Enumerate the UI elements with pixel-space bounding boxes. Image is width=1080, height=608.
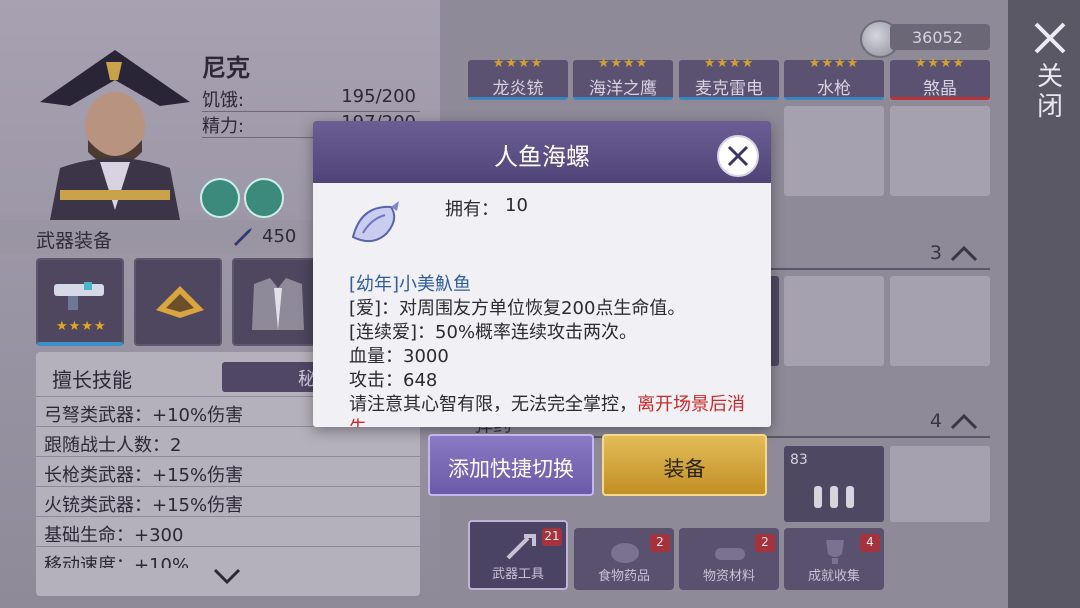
tab-badge: 2 [755,534,775,552]
character-name: 尼克 [202,54,250,82]
tricorn-hat-icon [156,286,204,318]
trophy-icon [826,540,844,564]
item-name: 水枪 [817,79,851,99]
item-name: 麦克雷电 [695,79,763,99]
equip-slot-armor[interactable] [232,258,320,346]
skill-icon[interactable] [244,178,284,218]
weapon-equip-title: 武器装备 [36,230,113,252]
tab-badge: 2 [650,534,670,552]
sword-icon [234,228,252,246]
chevron-up-icon[interactable] [950,412,978,432]
tab-label: 成就收集 [807,569,860,584]
tab-food-medicine[interactable]: 2 食物药品 [574,528,674,590]
tab-achievements[interactable]: 4 成就收集 [784,528,884,590]
item-stars: ★★★★ [492,56,544,71]
inventory-slot[interactable] [784,106,884,196]
conch-shell-icon [351,201,399,243]
item-stars: ★★★★ [703,56,755,71]
skill-line: 移动速度：+10% [36,546,420,568]
inventory-slot[interactable] [890,446,990,522]
tab-label: 武器工具 [491,567,544,582]
tools-icon [506,534,536,560]
tab-skills[interactable]: 擅长技能 [52,364,132,393]
coat-icon [252,278,304,330]
owned-label: 拥有： [445,199,499,220]
slot-count: 83 [790,452,808,468]
desc-note: 请注意其心智有限，无法完全掌控，离开场景后消失 [349,393,761,427]
item-card[interactable]: ★★★★ 水枪 [784,56,884,100]
desc-line: [连续爱]：50%概率连续攻击两次。 [349,322,638,343]
skill-line: 长枪类武器：+15%伤害 [36,456,420,486]
item-card[interactable]: ★★★★ 麦克雷电 [679,56,779,100]
add-quick-switch-button[interactable]: 添加快捷切换 [428,434,594,496]
attack-value: 450 [262,226,297,247]
dialog-close-button[interactable] [717,135,759,177]
item-stars: ★★★★ [597,56,649,71]
category-tabbar: 21 武器工具 2 食物药品 2 物资材料 4 成就收集 [466,520,990,590]
item-name: 煞晶 [923,79,957,99]
skill-line: 火铳类武器：+15%伤害 [36,486,420,516]
equip-slot-weapon[interactable]: ★★★★ [36,258,124,346]
equip-slot-hat[interactable] [134,258,222,346]
equip-button[interactable]: 装备 [602,434,767,496]
hunger-stat: 饥饿: 195/200 [202,86,420,112]
chevron-down-icon[interactable] [212,566,242,586]
meat-icon [611,543,639,563]
item-card[interactable]: ★★★★ 龙炎铳 [468,56,568,100]
hunger-label: 饥饿: [202,90,245,111]
energy-label: 精力: [202,116,245,137]
tab-materials[interactable]: 2 物资材料 [679,528,779,590]
close-label[interactable]: 关闭 [1036,62,1064,122]
log-icon [715,548,745,560]
desc-line: 血量：3000 [349,346,449,367]
item-stars: ★★★★ [914,56,966,71]
inventory-slot[interactable] [890,106,990,196]
ammo-icon [814,486,854,508]
owned-value: 10 [505,195,528,216]
tab-label: 物资材料 [702,569,755,584]
section-count: 3 [929,242,942,264]
chevron-up-icon[interactable] [950,244,978,264]
water-gun-icon [54,282,104,310]
character-portrait [40,50,190,220]
desc-line: [爱]：对周围友方单位恢复200点生命值。 [349,298,686,319]
item-description: [幼年]小美魞鱼 [爱]：对周围友方单位恢复200点生命值。 [连续爱]：50%… [349,273,761,427]
item-name: 海洋之鹰 [589,79,657,99]
dialog-title: 人鱼海螺 [494,143,590,171]
tab-badge: 21 [542,528,562,546]
inventory-slot[interactable] [784,276,884,366]
close-icon[interactable] [1030,18,1070,58]
item-detail-dialog: 人鱼海螺 拥有： 10 [幼年]小美魞鱼 [爱]：对周围友方单位恢复200点生命… [313,121,771,427]
skill-line: 跟随战士人数：2 [36,426,420,456]
desc-title: [幼年]小美魞鱼 [349,274,472,295]
tab-label: 食物药品 [597,569,650,584]
tab-badge: 4 [860,534,880,552]
stomach-icon[interactable] [200,178,240,218]
item-name: 龙炎铳 [492,79,544,99]
inventory-slot[interactable] [890,276,990,366]
tab-weapon-tools[interactable]: 21 武器工具 [468,520,568,590]
section-count: 4 [929,410,942,432]
hunger-value: 195/200 [341,86,416,107]
desc-line: 攻击：648 [349,370,438,391]
slot-stars: ★★★★ [56,319,107,334]
skill-line: 基础生命：+300 [36,516,420,546]
currency-amount: 36052 [890,24,990,50]
desc-note-text: 请注意其心智有限，无法完全掌控， [349,394,637,415]
item-stars: ★★★★ [808,56,860,71]
close-icon [727,145,749,167]
item-card[interactable]: ★★★★ 海洋之鹰 [573,56,673,100]
item-card[interactable]: ★★★★ 煞晶 [890,56,990,100]
